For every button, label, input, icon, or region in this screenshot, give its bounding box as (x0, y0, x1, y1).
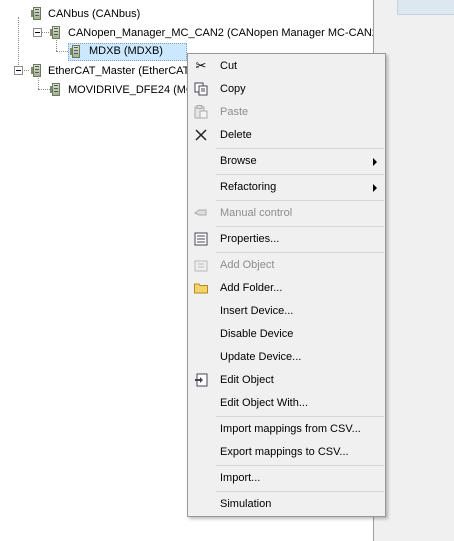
menu-item-label: Insert Device... (220, 305, 294, 317)
menu-separator (216, 200, 384, 201)
menu-separator (216, 491, 384, 492)
menu-item-simulation[interactable]: Simulation (189, 493, 384, 515)
menu-item-label: Disable Device (220, 328, 294, 340)
menu-item-import-mappings[interactable]: Import mappings from CSV... (189, 418, 384, 440)
menu-item-copy[interactable]: Copy (189, 78, 384, 100)
menu-separator (216, 148, 384, 149)
menu-item-paste[interactable]: Paste (189, 101, 384, 123)
menu-separator (216, 226, 384, 227)
menu-item-label: Paste (220, 106, 249, 118)
menu-item-import[interactable]: Import... (189, 467, 384, 489)
menu-item-label: Add Object (220, 259, 275, 271)
menu-item-label: Manual control (220, 207, 293, 219)
tree-node-mdxb[interactable]: MDXB (MDXB) (68, 43, 187, 61)
menu-item-insert-device[interactable]: Insert Device... (189, 300, 384, 322)
context-menu: ✂ Cut Copy Paste Delete Browse Refactori… (187, 53, 386, 517)
tree-line (22, 70, 29, 71)
right-pane (374, 0, 454, 541)
menu-item-label: Export mappings to CSV... (220, 446, 349, 458)
menu-item-properties[interactable]: Properties... (189, 228, 384, 250)
node-label: CANbus (CANbus) (48, 8, 141, 20)
paste-icon (193, 104, 209, 120)
device-icon (31, 64, 43, 77)
menu-item-label: Import mappings from CSV... (220, 423, 361, 435)
menu-item-label: Delete (220, 129, 252, 141)
properties-icon (193, 231, 209, 247)
menu-item-label: Import... (220, 472, 261, 484)
node-label: MDXB (MDXB) (89, 45, 163, 57)
menu-item-cut[interactable]: ✂ Cut (189, 55, 384, 77)
menu-item-refactoring[interactable]: Refactoring (189, 176, 384, 198)
edit-object-icon (193, 372, 209, 388)
collapse-icon[interactable] (14, 66, 23, 75)
menu-item-manual-control[interactable]: Manual control (189, 202, 384, 224)
menu-item-add-folder[interactable]: Add Folder... (189, 277, 384, 299)
menu-item-label: Edit Object (220, 374, 274, 386)
node-label: MOVIDRIVE_DFE24 (MO (68, 84, 195, 96)
delete-x-icon (193, 127, 209, 143)
device-icon (70, 45, 82, 58)
menu-item-label: Refactoring (220, 181, 277, 193)
submenu-arrow-icon (373, 158, 377, 166)
menu-item-browse[interactable]: Browse (189, 150, 384, 172)
menu-separator (216, 416, 384, 417)
tree-line (41, 32, 49, 33)
menu-item-add-object[interactable]: Add Object (189, 254, 384, 276)
submenu-arrow-icon (373, 184, 377, 192)
tree-line (56, 38, 57, 51)
device-icon (31, 7, 43, 20)
folder-icon (193, 280, 209, 296)
copy-icon (193, 81, 209, 97)
menu-item-edit-object-with[interactable]: Edit Object With... (189, 392, 384, 414)
node-label: EtherCAT_Master (EtherCAT (48, 65, 190, 77)
menu-item-label: Simulation (220, 498, 272, 510)
node-label: CANopen_Manager_MC_CAN2 (CANopen Manager… (68, 27, 382, 39)
tree-line (38, 76, 39, 89)
device-icon (50, 26, 62, 39)
menu-item-label: Cut (220, 60, 238, 72)
tree-line (18, 17, 19, 69)
right-pane-header (397, 0, 454, 15)
menu-item-label: Browse (220, 155, 257, 167)
menu-item-label: Edit Object With... (220, 397, 309, 409)
menu-item-label: Copy (220, 83, 246, 95)
menu-item-label: Properties... (220, 233, 280, 245)
menu-item-edit-object[interactable]: Edit Object (189, 369, 384, 391)
collapse-icon[interactable] (33, 28, 42, 37)
manual-control-icon (193, 205, 209, 221)
menu-item-update-device[interactable]: Update Device... (189, 346, 384, 368)
device-icon (50, 83, 62, 96)
tree-line (38, 89, 50, 90)
menu-item-export-mappings[interactable]: Export mappings to CSV... (189, 441, 384, 463)
menu-separator (216, 252, 384, 253)
tree-line (56, 51, 68, 52)
menu-separator (216, 174, 384, 175)
menu-item-label: Update Device... (220, 351, 302, 363)
scissors-icon: ✂ (195, 58, 207, 73)
add-object-icon (193, 257, 209, 273)
menu-item-label: Add Folder... (220, 282, 283, 294)
menu-separator (216, 465, 384, 466)
menu-item-delete[interactable]: Delete (189, 124, 384, 146)
menu-item-disable-device[interactable]: Disable Device (189, 323, 384, 345)
